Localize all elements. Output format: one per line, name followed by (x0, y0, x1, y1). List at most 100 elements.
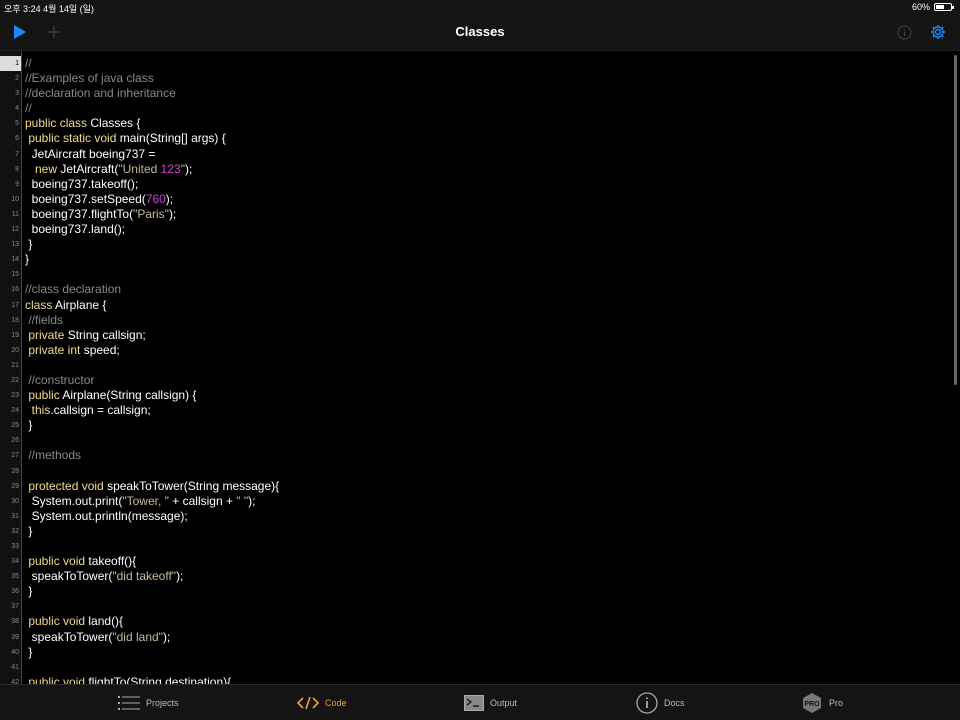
code-line: } (25, 237, 948, 252)
line-number: 2 (15, 75, 19, 83)
line-number: 6 (15, 135, 19, 143)
tab-projects[interactable]: Projects (118, 685, 179, 720)
code-line: public Airplane(String callsign) { (25, 388, 948, 403)
code-token: this (25, 403, 51, 418)
line-number: 7 (15, 150, 19, 158)
code-line: boeing737.flightTo("Paris"); (25, 207, 948, 222)
code-line: public void takeoff(){ (25, 554, 948, 569)
code-line: //constructor (25, 373, 948, 388)
tab-docs-label: Docs (664, 697, 685, 708)
tab-output[interactable]: Output (464, 685, 517, 720)
code-token: //constructor (25, 372, 95, 387)
line-number: 14 (11, 256, 19, 264)
line-number: 39 (11, 633, 19, 641)
code-token: private (25, 327, 68, 342)
code-line: new JetAircraft("United 123"); (25, 162, 948, 177)
line-number: 21 (11, 361, 19, 369)
code-text-area[interactable]: ////Examples of java class//declaration … (25, 56, 948, 684)
code-token: ); (162, 629, 171, 644)
info-circle-icon (636, 691, 658, 714)
code-token: Classes { (90, 116, 141, 131)
line-number: 15 (11, 271, 19, 279)
code-token: //declaration and inheritance (25, 86, 176, 101)
code-token: //fields (25, 312, 64, 327)
tab-pro[interactable]: PRO Pro (801, 685, 843, 720)
code-editor[interactable]: 1 2 3 4 5 6 7 8 9 10 11 12 13 14 15 16 17 18 19 20 21 22 23 24 2… (0, 51, 960, 684)
code-token: .callsign = callsign; (50, 403, 151, 418)
code-token: ); (184, 161, 193, 176)
line-number: 22 (11, 376, 19, 384)
line-number: 25 (11, 422, 19, 430)
line-number: 4 (15, 105, 19, 113)
line-number: 30 (11, 497, 19, 505)
code-line: System.out.println(message); (25, 509, 948, 524)
code-token: boeing737.land(); (25, 222, 126, 237)
code-line: class Airplane { (25, 298, 948, 313)
settings-icon (931, 25, 945, 39)
code-token: new (25, 161, 61, 176)
code-token: System.out.println(message); (25, 508, 188, 523)
line-number: 26 (11, 437, 19, 445)
code-token: class (25, 297, 56, 312)
tab-code-label: Code (325, 697, 347, 708)
code-token: takeoff(){ (88, 554, 137, 569)
line-number: 17 (11, 301, 19, 309)
code-token: } (25, 237, 33, 252)
editor-scrollbar[interactable] (954, 55, 957, 385)
code-line: public class Classes { (25, 116, 948, 131)
info-button[interactable] (892, 14, 916, 50)
line-number: 11 (11, 210, 19, 218)
line-number: 31 (11, 512, 19, 520)
settings-button[interactable] (926, 14, 950, 50)
code-line: //methods (25, 448, 948, 463)
tab-docs[interactable]: Docs (636, 685, 685, 720)
code-line: boeing737.setSpeed(760); (25, 192, 948, 207)
code-token: ); (168, 206, 177, 221)
line-number: 13 (11, 241, 19, 249)
list-icon (118, 695, 140, 710)
battery-icon (934, 3, 954, 11)
code-token: // (25, 56, 32, 70)
code-token: "did takeoff" (112, 569, 177, 584)
code-token: } (25, 584, 33, 599)
code-token: speakToTower( (25, 569, 113, 584)
battery-percentage: 60% (911, 2, 930, 12)
code-line: private String callsign; (25, 328, 948, 343)
code-token: JetAircraft boeing737 = (25, 146, 156, 161)
line-number: 9 (15, 180, 19, 188)
bottom-tab-bar: Projects Code Output Docs PRO Pro (0, 684, 960, 720)
tab-output-label: Output (490, 697, 518, 708)
terminal-icon (464, 694, 484, 711)
code-token: } (25, 644, 33, 659)
code-token: speed; (83, 342, 120, 357)
line-number: 35 (11, 573, 19, 581)
code-token: JetAircraft( (60, 161, 119, 176)
code-line: public static void main(String[] args) { (25, 131, 948, 146)
code-token: ); (165, 191, 174, 206)
code-line: } (25, 645, 948, 660)
code-token: "did land" (112, 629, 163, 644)
code-token: public void (25, 614, 89, 629)
code-token: public static void (25, 131, 120, 146)
line-number-gutter: 1 2 3 4 5 6 7 8 9 10 11 12 13 14 15 16 17 18 19 20 21 22 23 24 2… (0, 51, 22, 684)
code-token: 760 (145, 191, 166, 206)
code-token: private int (25, 342, 84, 357)
code-token: ); (248, 493, 256, 508)
code-token: public void (25, 674, 89, 684)
code-line: } (25, 524, 948, 539)
code-line: //class declaration (25, 282, 948, 297)
line-number: 27 (11, 452, 19, 460)
code-token: ); (176, 569, 184, 584)
tab-code[interactable]: Code (297, 685, 347, 720)
line-number: 5 (15, 120, 19, 128)
line-number: 28 (11, 467, 19, 475)
line-number: 29 (11, 482, 19, 490)
code-token: speakToTower(String message){ (107, 478, 280, 493)
line-number: 24 (11, 407, 19, 415)
code-token: } (25, 523, 33, 538)
code-line: protected void speakToTower(String messa… (25, 479, 948, 494)
code-token: land(){ (88, 614, 124, 629)
